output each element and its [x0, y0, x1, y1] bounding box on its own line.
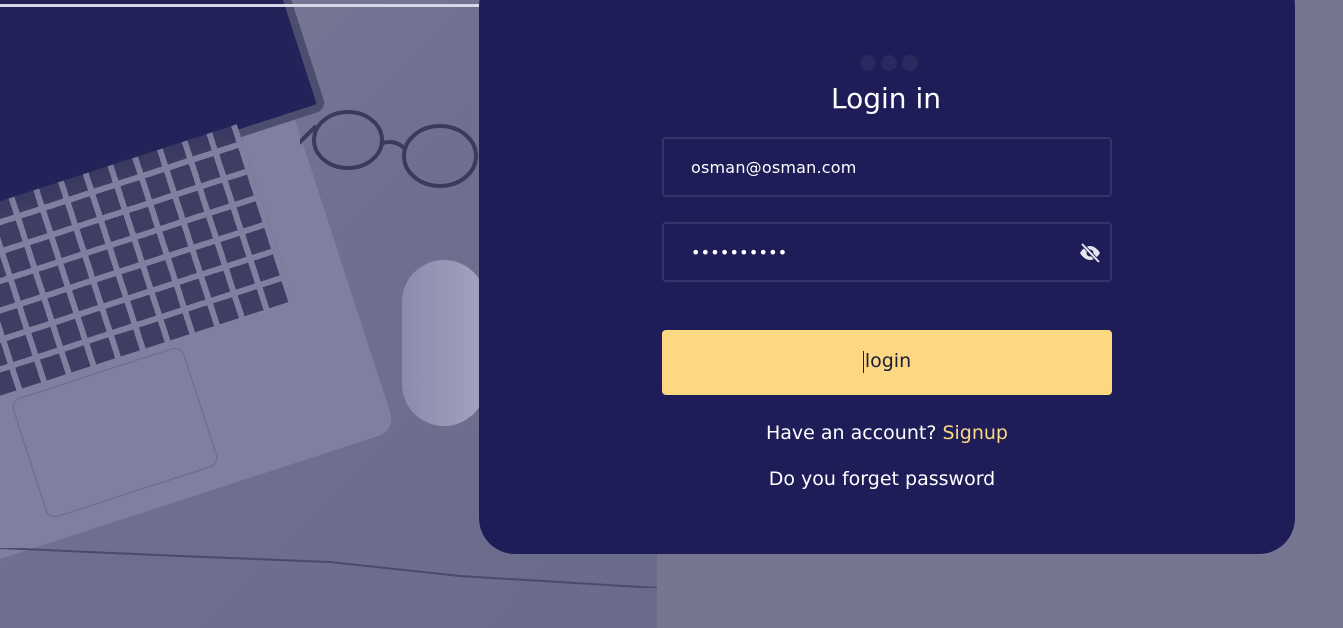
signup-link[interactable]: Signup — [942, 422, 1008, 444]
mouse-image — [402, 260, 486, 426]
three-dots-icon — [860, 55, 918, 71]
text-caret — [862, 350, 864, 373]
login-title: Login in — [831, 82, 941, 115]
dot — [881, 55, 897, 71]
login-page: Login in osman@osman.com •••••••••• logi… — [0, 0, 1343, 628]
signup-row: Have an account? Signup — [662, 422, 1112, 444]
email-value: osman@osman.com — [691, 158, 857, 177]
top-divider — [0, 4, 480, 7]
have-account-text: Have an account? — [766, 422, 937, 444]
dot — [860, 55, 876, 71]
email-field[interactable]: osman@osman.com — [662, 137, 1112, 197]
login-button-content: login — [662, 350, 1112, 373]
eye-off-icon[interactable] — [1078, 241, 1102, 265]
login-button-label: login — [864, 350, 912, 372]
dot — [902, 55, 918, 71]
glasses-image — [300, 110, 478, 188]
forgot-password-link[interactable]: Do you forget password — [662, 468, 1102, 490]
password-field[interactable]: •••••••••• — [662, 222, 1112, 282]
table-edge-line — [0, 548, 657, 588]
login-button[interactable]: login — [662, 330, 1112, 395]
password-value: •••••••••• — [691, 243, 788, 262]
